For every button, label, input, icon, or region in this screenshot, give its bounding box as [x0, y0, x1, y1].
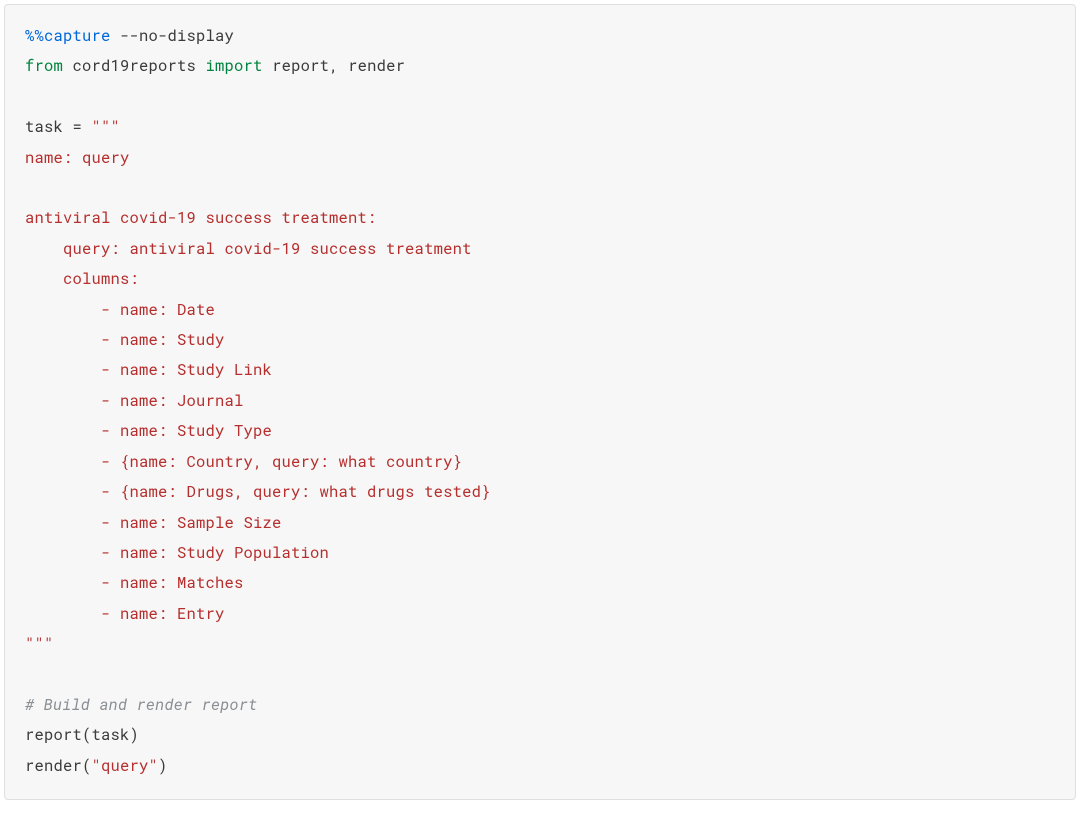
call-render-fn: render( — [25, 756, 92, 776]
call-report: report(task) — [25, 725, 139, 745]
string-open-quotes: """ — [92, 117, 121, 137]
string-body: name: query antiviral covid-19 success t… — [25, 148, 491, 624]
magic-args: --no-display — [111, 26, 235, 46]
string-close-quotes: """ — [25, 634, 54, 654]
call-render-close: ) — [158, 756, 168, 776]
module-name: cord19reports — [63, 56, 206, 76]
keyword-from: from — [25, 56, 63, 76]
comment-line: # Build and render report — [25, 695, 257, 715]
assign-operator: = — [73, 117, 83, 137]
space — [82, 117, 92, 137]
import-names: report, render — [263, 56, 406, 76]
code-block: %%capture --no-display from cord19report… — [25, 21, 1055, 781]
call-render-arg: "query" — [92, 756, 159, 776]
keyword-import: import — [206, 56, 263, 76]
magic-command: %%capture — [25, 26, 111, 46]
var-task: task — [25, 117, 73, 137]
code-cell[interactable]: %%capture --no-display from cord19report… — [4, 4, 1076, 800]
